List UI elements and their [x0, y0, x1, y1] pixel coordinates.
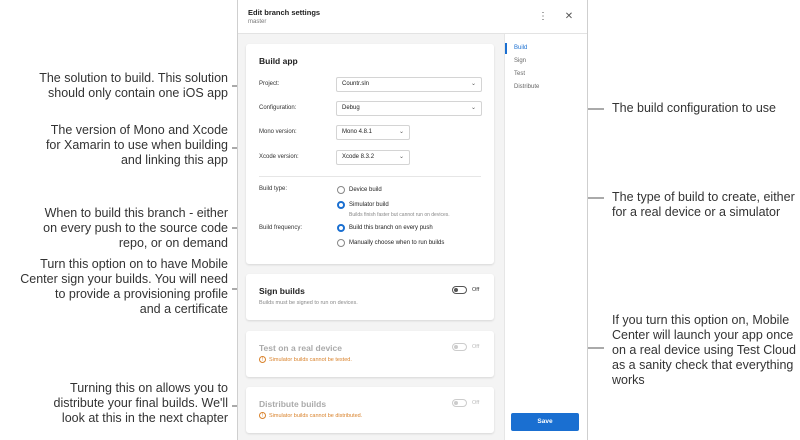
sign-builds-toggle[interactable] — [452, 286, 467, 294]
device-build-radio[interactable] — [337, 186, 345, 194]
project-value: Countr.sln — [342, 81, 370, 87]
xcode-version-label: Xcode version: — [259, 154, 299, 160]
project-label: Project: — [259, 81, 280, 87]
manual-build-radio[interactable] — [337, 239, 345, 247]
every-push-label: Build this branch on every push — [349, 225, 433, 231]
toggle-knob — [454, 288, 458, 292]
annotation-configuration: The build configuration to use — [612, 101, 776, 115]
simulator-build-radio[interactable] — [337, 201, 345, 209]
configuration-value: Debug — [342, 105, 360, 111]
distribute-toggle-label: Off — [472, 400, 480, 406]
panel-title: Edit branch settings — [248, 8, 321, 17]
sign-builds-toggle-label: Off — [472, 287, 480, 293]
test-device-toggle[interactable] — [452, 343, 467, 351]
chevron-down-icon: ⌄ — [398, 154, 404, 160]
build-app-title: Build app — [259, 56, 298, 66]
close-icon[interactable]: ✕ — [563, 10, 575, 24]
simulator-build-hint: Builds finish faster but cannot run on d… — [349, 212, 450, 218]
warning-icon: ! — [259, 412, 266, 419]
mono-version-label: Mono version: — [259, 129, 297, 135]
annotation-solution: The solution to build. This solution sho… — [39, 71, 228, 100]
nav-item-distribute[interactable]: Distribute — [514, 84, 539, 90]
chevron-down-icon: ⌄ — [470, 81, 476, 87]
project-select[interactable]: Countr.sln ⌄ — [336, 77, 482, 92]
manual-build-label: Manually choose when to run builds — [349, 240, 445, 246]
panel-header: Edit branch settings master ⋮ ✕ — [238, 0, 587, 34]
distribute-title: Distribute builds — [259, 399, 327, 409]
test-device-warning: Simulator builds cannot be tested. — [269, 357, 352, 363]
annotation-sign-builds: Turn this option on to have Mobile Cente… — [20, 257, 228, 316]
annotation-mono-xcode: The version of Mono and Xcode for Xamari… — [45, 123, 228, 167]
every-push-radio[interactable] — [337, 224, 345, 232]
distribute-warning: Simulator builds cannot be distributed. — [269, 413, 363, 419]
nav-item-test[interactable]: Test — [514, 71, 525, 77]
test-device-card: Test on a real device Off ! Simulator bu… — [246, 331, 494, 377]
xcode-version-select[interactable]: Xcode 8.3.2 ⌄ — [336, 150, 410, 165]
build-frequency-label: Build frequency: — [259, 225, 303, 231]
active-indicator — [505, 43, 507, 54]
xcode-version-value: Xcode 8.3.2 — [342, 154, 375, 160]
distribute-toggle[interactable] — [452, 399, 467, 407]
sign-builds-title: Sign builds — [259, 286, 305, 296]
device-build-label: Device build — [349, 187, 382, 193]
annotation-when-to-build: When to build this branch - either on ev… — [43, 206, 228, 250]
test-device-toggle-label: Off — [472, 344, 480, 350]
more-vertical-icon[interactable]: ⋮ — [538, 10, 548, 24]
build-app-card: Build app Project: Countr.sln ⌄ Configur… — [246, 44, 494, 264]
annotation-distribute: Turning this on allows you to distribute… — [53, 381, 228, 425]
warning-icon: ! — [259, 356, 266, 363]
side-nav: Build Sign Test Distribute Save — [504, 34, 587, 440]
distribute-card: Distribute builds Off ! Simulator builds… — [246, 387, 494, 433]
nav-item-sign[interactable]: Sign — [514, 58, 526, 64]
configuration-label: Configuration: — [259, 105, 297, 111]
chevron-down-icon: ⌄ — [398, 129, 404, 135]
annotation-test-cloud: If you turn this option on, Mobile Cente… — [612, 313, 796, 387]
branch-settings-panel: Edit branch settings master ⋮ ✕ Build ap… — [237, 0, 588, 440]
sign-builds-hint: Builds must be signed to run on devices. — [259, 300, 358, 306]
build-type-label: Build type: — [259, 186, 288, 192]
mono-version-select[interactable]: Mono 4.8.1 ⌄ — [336, 125, 410, 140]
branch-name: master — [248, 19, 267, 25]
annotation-build-type: The type of build to create, either for … — [612, 190, 795, 219]
section-divider — [259, 176, 481, 177]
mono-version-value: Mono 4.8.1 — [342, 129, 373, 135]
sign-builds-card: Sign builds Off Builds must be signed to… — [246, 274, 494, 320]
nav-item-build[interactable]: Build — [514, 45, 527, 51]
chevron-down-icon: ⌄ — [470, 105, 476, 111]
simulator-build-label: Simulator build — [349, 202, 389, 208]
toggle-knob — [454, 345, 458, 349]
toggle-knob — [454, 401, 458, 405]
test-device-title: Test on a real device — [259, 343, 342, 353]
save-button[interactable]: Save — [511, 413, 579, 431]
configuration-select[interactable]: Debug ⌄ — [336, 101, 482, 116]
